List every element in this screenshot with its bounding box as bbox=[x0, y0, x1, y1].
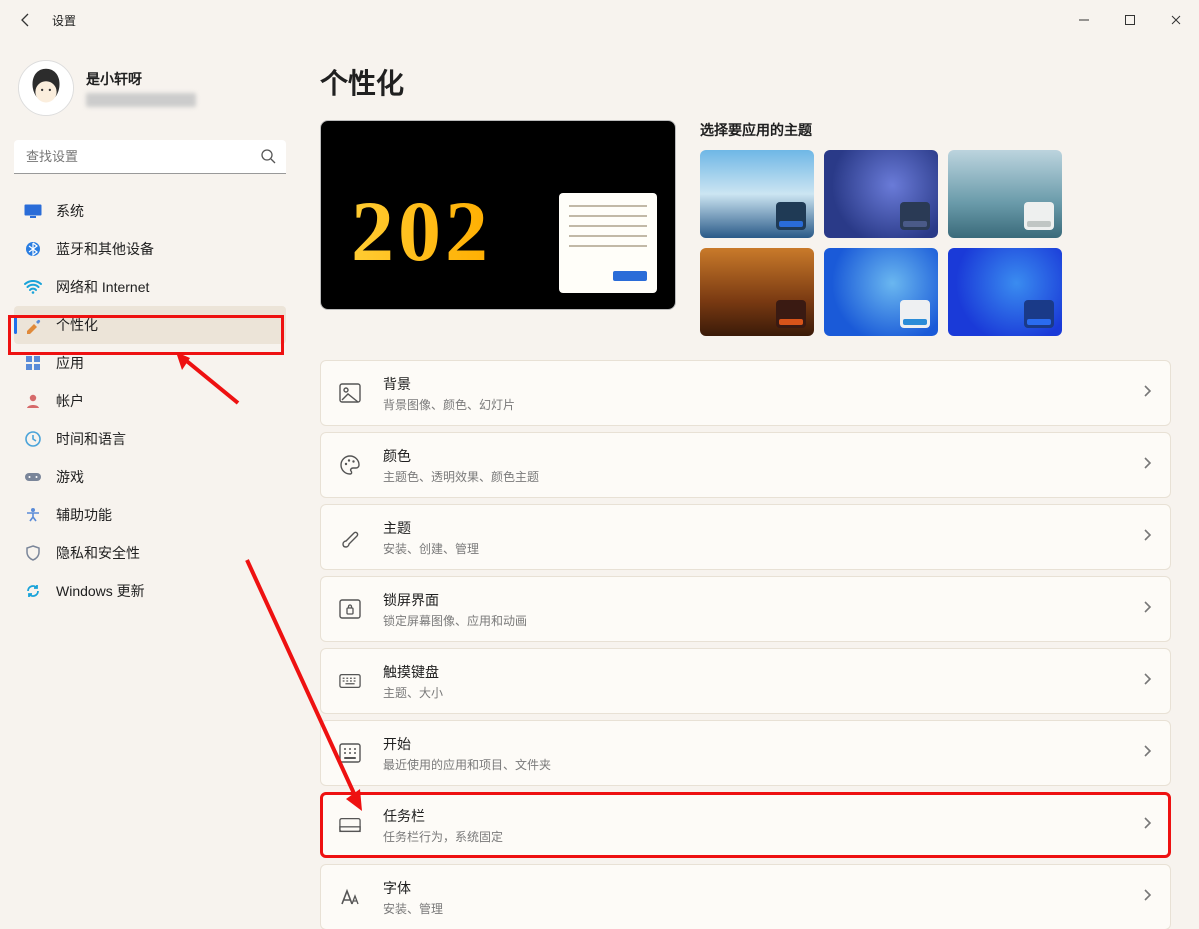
system-icon bbox=[24, 202, 42, 220]
search-container bbox=[14, 140, 286, 174]
sidebar-item-label: 帐户 bbox=[56, 391, 84, 411]
chevron-right-icon bbox=[1142, 528, 1152, 547]
setting-title: 主题 bbox=[383, 518, 479, 538]
sidebar-item-system[interactable]: 系统 bbox=[14, 192, 286, 230]
brush-icon bbox=[339, 526, 361, 548]
setting-title: 背景 bbox=[383, 374, 515, 394]
setting-desc: 主题色、透明效果、颜色主题 bbox=[383, 468, 539, 485]
setting-desc: 安装、管理 bbox=[383, 900, 443, 917]
start-icon bbox=[339, 742, 361, 764]
apps-icon bbox=[24, 354, 42, 372]
user-email-blurred bbox=[86, 93, 196, 107]
wifi-icon bbox=[24, 278, 42, 296]
chevron-right-icon bbox=[1142, 744, 1152, 763]
gaming-icon bbox=[24, 468, 42, 486]
preview-window-mock bbox=[559, 193, 657, 293]
setting-title: 触摸键盘 bbox=[383, 662, 443, 682]
close-button[interactable] bbox=[1153, 0, 1199, 40]
sidebar-item-update[interactable]: Windows 更新 bbox=[14, 572, 286, 610]
setting-title: 锁屏界面 bbox=[383, 590, 527, 610]
sidebar-item-label: 蓝牙和其他设备 bbox=[56, 239, 154, 259]
sidebar-item-label: 时间和语言 bbox=[56, 429, 126, 449]
sidebar-item-time[interactable]: 时间和语言 bbox=[14, 420, 286, 458]
sidebar-item-account[interactable]: 帐户 bbox=[14, 382, 286, 420]
setting-themes[interactable]: 主题安装、创建、管理 bbox=[320, 504, 1171, 570]
sidebar-item-gaming[interactable]: 游戏 bbox=[14, 458, 286, 496]
sidebar-item-label: 游戏 bbox=[56, 467, 84, 487]
setting-desc: 安装、创建、管理 bbox=[383, 540, 479, 557]
setting-fonts[interactable]: 字体安装、管理 bbox=[320, 864, 1171, 929]
setting-touch-keyboard[interactable]: 触摸键盘主题、大小 bbox=[320, 648, 1171, 714]
chevron-right-icon bbox=[1142, 672, 1152, 691]
desktop-preview: 202 bbox=[320, 120, 676, 310]
sidebar-item-accessibility[interactable]: 辅助功能 bbox=[14, 496, 286, 534]
minimize-button[interactable] bbox=[1061, 0, 1107, 40]
update-icon bbox=[24, 582, 42, 600]
lock-screen-icon bbox=[339, 598, 361, 620]
sidebar-item-personalization[interactable]: 个性化 bbox=[14, 306, 286, 344]
search-input[interactable] bbox=[14, 140, 286, 174]
chevron-right-icon bbox=[1142, 456, 1152, 475]
setting-title: 字体 bbox=[383, 878, 443, 898]
chevron-right-icon bbox=[1142, 600, 1152, 619]
arrow-left-icon bbox=[18, 12, 34, 28]
search-icon bbox=[260, 148, 276, 169]
setting-taskbar[interactable]: 任务栏任务栏行为，系统固定 bbox=[320, 792, 1171, 858]
sidebar-item-label: 隐私和安全性 bbox=[56, 543, 140, 563]
theme-option-3[interactable] bbox=[948, 150, 1062, 238]
setting-desc: 锁定屏幕图像、应用和动画 bbox=[383, 612, 527, 629]
maximize-button[interactable] bbox=[1107, 0, 1153, 40]
setting-desc: 背景图像、颜色、幻灯片 bbox=[383, 396, 515, 413]
sidebar-item-apps[interactable]: 应用 bbox=[14, 344, 286, 382]
theme-option-4[interactable] bbox=[700, 248, 814, 336]
bluetooth-icon bbox=[24, 240, 42, 258]
sidebar-item-label: 个性化 bbox=[56, 315, 98, 335]
accessibility-icon bbox=[24, 506, 42, 524]
chevron-right-icon bbox=[1142, 888, 1152, 907]
back-button[interactable] bbox=[10, 4, 42, 36]
sidebar-item-privacy[interactable]: 隐私和安全性 bbox=[14, 534, 286, 572]
sidebar-item-network[interactable]: 网络和 Internet bbox=[14, 268, 286, 306]
chevron-right-icon bbox=[1142, 816, 1152, 835]
theme-option-2[interactable] bbox=[824, 150, 938, 238]
personalization-icon bbox=[24, 316, 42, 334]
sidebar-item-label: Windows 更新 bbox=[56, 581, 145, 601]
sidebar-item-label: 应用 bbox=[56, 353, 84, 373]
chevron-right-icon bbox=[1142, 384, 1152, 403]
setting-colors[interactable]: 颜色主题色、透明效果、颜色主题 bbox=[320, 432, 1171, 498]
theme-option-6[interactable] bbox=[948, 248, 1062, 336]
page-title: 个性化 bbox=[320, 62, 1171, 102]
image-icon bbox=[339, 382, 361, 404]
window-title: 设置 bbox=[52, 12, 76, 29]
font-icon bbox=[339, 886, 361, 908]
sidebar-item-label: 系统 bbox=[56, 201, 84, 221]
theme-option-5[interactable] bbox=[824, 248, 938, 336]
clock-icon bbox=[24, 430, 42, 448]
palette-icon bbox=[339, 454, 361, 476]
setting-desc: 任务栏行为，系统固定 bbox=[383, 828, 503, 845]
account-icon bbox=[24, 392, 42, 410]
setting-desc: 主题、大小 bbox=[383, 684, 443, 701]
avatar[interactable] bbox=[18, 60, 74, 116]
theme-option-1[interactable] bbox=[700, 150, 814, 238]
setting-desc: 最近使用的应用和项目、文件夹 bbox=[383, 756, 551, 773]
sidebar-item-bluetooth[interactable]: 蓝牙和其他设备 bbox=[14, 230, 286, 268]
setting-title: 颜色 bbox=[383, 446, 539, 466]
setting-start[interactable]: 开始最近使用的应用和项目、文件夹 bbox=[320, 720, 1171, 786]
user-name: 是小轩呀 bbox=[86, 69, 196, 89]
setting-lockscreen[interactable]: 锁屏界面锁定屏幕图像、应用和动画 bbox=[320, 576, 1171, 642]
setting-background[interactable]: 背景背景图像、颜色、幻灯片 bbox=[320, 360, 1171, 426]
shield-icon bbox=[24, 544, 42, 562]
setting-title: 任务栏 bbox=[383, 806, 503, 826]
sidebar-item-label: 网络和 Internet bbox=[56, 277, 149, 297]
taskbar-icon bbox=[339, 814, 361, 836]
keyboard-icon bbox=[339, 670, 361, 692]
sidebar-item-label: 辅助功能 bbox=[56, 505, 112, 525]
theme-picker-title: 选择要应用的主题 bbox=[700, 120, 1171, 140]
preview-text: 202 bbox=[351, 181, 492, 281]
setting-title: 开始 bbox=[383, 734, 551, 754]
